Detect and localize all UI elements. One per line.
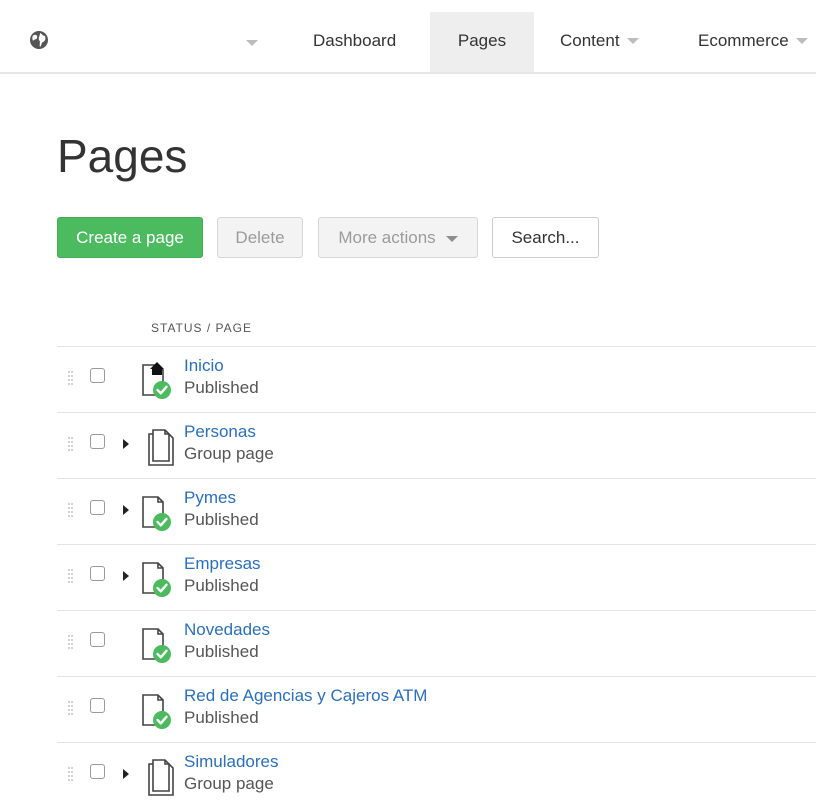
row-checkbox[interactable] xyxy=(90,764,105,779)
page-name-link[interactable]: Simuladores xyxy=(184,752,279,772)
page-name-link[interactable]: Novedades xyxy=(184,620,270,640)
page-title: Pages xyxy=(57,130,188,182)
drag-handle-icon[interactable] xyxy=(68,371,74,385)
table-row[interactable]: Red de Agencias y Cajeros ATM Published xyxy=(57,676,816,742)
drag-handle-icon[interactable] xyxy=(68,503,74,517)
chevron-down-icon xyxy=(445,235,458,242)
delete-button[interactable]: Delete xyxy=(217,217,303,258)
drag-handle-icon[interactable] xyxy=(68,767,74,781)
row-checkbox[interactable] xyxy=(90,632,105,647)
top-navigation: Dashboard Pages Content Ecommerce xyxy=(0,0,816,74)
more-actions-label: More actions xyxy=(338,228,436,247)
row-checkbox[interactable] xyxy=(90,434,105,449)
row-checkbox[interactable] xyxy=(90,566,105,581)
expand-caret-icon[interactable] xyxy=(123,439,129,449)
page-status: Group page xyxy=(184,444,274,463)
drag-handle-icon[interactable] xyxy=(68,437,74,451)
table-row[interactable]: Empresas Published xyxy=(57,544,816,610)
table-row[interactable]: Novedades Published xyxy=(57,610,816,676)
page-status: Group page xyxy=(184,774,274,793)
nav-pages[interactable]: Pages xyxy=(430,12,534,72)
page-name-link[interactable]: Empresas xyxy=(184,554,261,574)
page-status: Published xyxy=(184,510,259,529)
globe-icon[interactable] xyxy=(29,30,49,50)
table-row[interactable]: Pymes Published xyxy=(57,478,816,544)
row-checkbox[interactable] xyxy=(90,500,105,515)
nav-pages-label: Pages xyxy=(457,31,507,50)
page-status: Published xyxy=(184,708,259,727)
row-checkbox[interactable] xyxy=(90,368,105,383)
page-name-link[interactable]: Personas xyxy=(184,422,256,442)
page-status: Published xyxy=(184,642,259,661)
table-row[interactable]: Simuladores Group page xyxy=(57,742,816,808)
expand-caret-icon[interactable] xyxy=(123,571,129,581)
home-published-page-icon xyxy=(142,362,171,399)
page-name-link[interactable]: Pymes xyxy=(184,488,236,508)
published-page-icon xyxy=(142,628,171,663)
page-name-link[interactable]: Inicio xyxy=(184,356,224,376)
chevron-down-icon xyxy=(795,37,808,44)
chevron-down-icon xyxy=(626,37,639,44)
published-page-icon xyxy=(142,496,171,531)
drag-handle-icon[interactable] xyxy=(68,701,74,715)
search-button[interactable]: Search... xyxy=(492,217,599,258)
page-status: Published xyxy=(184,576,259,595)
more-actions-button[interactable]: More actions xyxy=(318,217,478,258)
create-page-button[interactable]: Create a page xyxy=(57,217,203,258)
nav-dashboard-label: Dashboard xyxy=(313,31,397,50)
expand-caret-icon[interactable] xyxy=(123,505,129,515)
published-page-icon xyxy=(142,694,171,729)
nav-ecommerce-label: Ecommerce xyxy=(698,31,789,50)
table-row[interactable]: Inicio Published xyxy=(57,346,816,412)
table-row[interactable]: Personas Group page xyxy=(57,412,816,478)
group-page-icon xyxy=(148,429,174,466)
column-header-status-page: STATUS / PAGE xyxy=(151,321,253,335)
published-page-icon xyxy=(142,562,171,597)
page-status: Published xyxy=(184,378,259,397)
nav-ecommerce[interactable]: Ecommerce xyxy=(680,12,816,72)
expand-caret-icon[interactable] xyxy=(123,769,129,779)
nav-content-label: Content xyxy=(560,31,620,50)
nav-dashboard[interactable]: Dashboard xyxy=(293,12,416,72)
group-page-icon xyxy=(148,759,174,796)
drag-handle-icon[interactable] xyxy=(68,635,74,649)
drag-handle-icon[interactable] xyxy=(68,569,74,583)
row-checkbox[interactable] xyxy=(90,698,105,713)
page-name-link[interactable]: Red de Agencias y Cajeros ATM xyxy=(184,686,427,706)
site-menu-chevron-down-icon[interactable] xyxy=(246,40,258,46)
nav-content[interactable]: Content xyxy=(540,12,659,72)
